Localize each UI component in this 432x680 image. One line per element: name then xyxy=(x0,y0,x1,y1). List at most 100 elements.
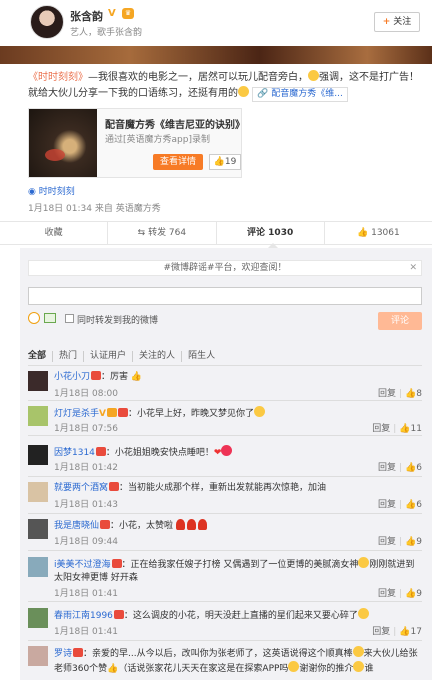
comment-like-count: 9 xyxy=(416,537,422,547)
repost-button[interactable]: ⇆ 转发 764 xyxy=(108,222,217,244)
comment-ops: 回复 | 👍6 xyxy=(377,500,422,510)
filter-following[interactable]: 关注的人 xyxy=(133,351,183,362)
comment-like-count: 9 xyxy=(416,589,422,599)
crown-icon: ♛ xyxy=(122,8,134,19)
commenter-name[interactable]: 就要两个酒窝 xyxy=(54,483,108,493)
comment-like-count: 6 xyxy=(416,463,422,473)
repost-checkbox[interactable] xyxy=(65,314,74,323)
image-icon[interactable] xyxy=(44,313,56,323)
commenter-avatar[interactable] xyxy=(28,371,48,391)
vip-icon xyxy=(91,371,102,380)
card-title[interactable]: 配音魔方秀《维吉尼亚的诀别》 xyxy=(105,116,245,131)
commenter-avatar[interactable] xyxy=(28,482,48,502)
avatar[interactable] xyxy=(30,5,64,39)
close-icon[interactable]: ✕ xyxy=(409,261,417,275)
emoji-icon xyxy=(221,445,233,456)
comment-time: 1月18日 07:56 xyxy=(54,424,118,434)
comment-text: 我是唐晓仙 ：小花，太赞啦 xyxy=(54,519,420,533)
comment-text: i美美不过澄海 ：正在给我家任嫂子打榜 又偶遇到了一位更博的美腻滴女神 刚刚就进到太… xyxy=(54,557,420,585)
commenter-name[interactable]: i美美不过澄海 xyxy=(54,560,111,570)
filter-verified[interactable]: 认证用户 xyxy=(84,351,134,362)
reply-button[interactable]: 回复 xyxy=(378,389,396,399)
reply-button[interactable]: 回复 xyxy=(378,589,396,599)
commenter-avatar[interactable] xyxy=(28,646,48,666)
divider xyxy=(28,550,422,551)
profile-header: 张含韵 V ♛ 艺人，歌手张含韵 + 关注 xyxy=(0,0,432,44)
notice-text: #微博辟谣#平台，欢迎查阅！ xyxy=(163,263,287,273)
video-card[interactable]: 配音魔方秀《维吉尼亚的诀别》 通过[英语魔方秀app]录制 查看详情 👍19 xyxy=(28,108,245,178)
divider xyxy=(28,435,422,436)
commenter-avatar[interactable] xyxy=(28,557,48,577)
vip-icon xyxy=(73,648,84,657)
comment-like-button[interactable]: 👍6 xyxy=(405,463,422,473)
comment-ops: 回复 | 👍11 xyxy=(372,424,422,434)
reply-button[interactable]: 回复 xyxy=(372,424,390,434)
comment-body: ：小花早上好，昨晚又梦见你了 xyxy=(127,409,254,419)
commenter-avatar[interactable] xyxy=(28,445,48,465)
reply-button[interactable]: 回复 xyxy=(372,627,390,637)
comment-input[interactable] xyxy=(28,287,422,305)
comment-like-button[interactable]: 👍17 xyxy=(399,627,422,637)
comment-time: 1月18日 09:44 xyxy=(54,537,118,547)
thumbs-up-emoji-icon: 👍 xyxy=(130,372,143,382)
comment-like-button[interactable]: 👍9 xyxy=(405,537,422,547)
username[interactable]: 张含韵 xyxy=(70,8,103,24)
comment-time: 1月18日 01:43 xyxy=(54,500,118,510)
comment-like-button[interactable]: 👍6 xyxy=(405,500,422,510)
filter-hot[interactable]: 热门 xyxy=(53,351,85,362)
comment-like-button[interactable]: 👍8 xyxy=(405,389,422,399)
comment-text: 就要两个酒窝 ：当初能火成那个样，重新出发就能再次惊艳，加油 xyxy=(54,482,420,495)
post-text-part: —我很喜欢的电影之一，居然可以玩儿配音旁白， xyxy=(88,72,308,83)
comment-ops: 回复 | 👍17 xyxy=(372,627,422,637)
post-movie-link[interactable]: 《时时刻刻》 xyxy=(28,72,88,83)
vip-icon xyxy=(117,408,128,417)
emoticon-icon[interactable] xyxy=(28,312,40,324)
comment-text: 因梦1314 ：小花姐姐晚安快点睡吧！❤ xyxy=(54,445,420,460)
commenter-avatar[interactable] xyxy=(28,519,48,539)
commenter-name[interactable]: 因梦1314 xyxy=(54,448,95,458)
comment-like-button[interactable]: 👍11 xyxy=(399,424,422,434)
commenter-name[interactable]: 小花小刀 xyxy=(54,372,90,382)
comment-body: ：这么调皮的小花，明天没赶上直播的星们起来又要心碎了 xyxy=(123,611,358,621)
reply-button[interactable]: 回复 xyxy=(378,463,396,473)
card-subtitle: 通过[英语魔方秀app]录制 xyxy=(105,135,210,145)
post-actions-bar: 收藏 ⇆ 转发 764 评论 1030 👍 13061 xyxy=(0,221,432,245)
filter-all[interactable]: 全部 xyxy=(28,351,54,362)
emoji-icon xyxy=(358,557,370,568)
commenter-name[interactable]: 我是唐晓仙 xyxy=(54,521,99,531)
post-tag-link[interactable]: 🔗 配音魔方秀《维... xyxy=(252,87,348,102)
rose-icon xyxy=(186,519,196,530)
commenter-name[interactable]: 罗诗 xyxy=(54,649,72,659)
emoji-icon xyxy=(353,661,365,672)
location-link[interactable]: ◉ 时时刻刻 xyxy=(28,184,75,197)
favorite-button[interactable]: 收藏 xyxy=(0,222,109,244)
video-thumbnail[interactable] xyxy=(29,109,97,177)
grin-emoji-icon xyxy=(308,70,319,81)
card-like-button[interactable]: 👍19 xyxy=(209,154,241,170)
commenter-name[interactable]: 灯灯是杀手 xyxy=(54,409,99,419)
post-timestamp: 1月18日 01:34 来自 英语魔方秀 xyxy=(28,204,161,214)
divider xyxy=(28,365,422,366)
commenter-name[interactable]: 春雨江南1996 xyxy=(54,611,113,621)
comment-text: 灯灯是杀手V ：小花早上好，昨晚又梦见你了 xyxy=(54,406,420,421)
comment-body: ：正在给我家任嫂子打榜 又偶遇到了一位更博的美腻滴女神 xyxy=(121,560,359,570)
notice-bar[interactable]: #微博辟谣#平台，欢迎查阅！ ✕ xyxy=(28,260,422,276)
filter-strangers[interactable]: 陌生人 xyxy=(182,351,221,362)
reply-button[interactable]: 回复 xyxy=(378,537,396,547)
commenter-avatar[interactable] xyxy=(28,608,48,628)
comment-like-button[interactable]: 👍9 xyxy=(405,589,422,599)
comment-time: 1月18日 01:41 xyxy=(54,627,118,637)
reply-button[interactable]: 回复 xyxy=(378,500,396,510)
comment-submit-button[interactable]: 评论 xyxy=(378,312,422,330)
commenter-avatar[interactable] xyxy=(28,406,48,426)
like-button[interactable]: 👍 13061 xyxy=(325,222,432,244)
comment-body-cont: 谁 xyxy=(364,664,374,674)
comment-tab[interactable]: 评论 1030 xyxy=(217,222,325,244)
view-details-button[interactable]: 查看详情 xyxy=(153,154,203,170)
comment-body: ：厉害 xyxy=(101,372,129,382)
emoji-icon xyxy=(288,661,300,672)
follow-label: 关注 xyxy=(393,17,412,27)
follow-button[interactable]: + 关注 xyxy=(374,12,420,32)
thumbs-up-emoji-icon: 👍 xyxy=(107,664,119,674)
comment-text: 罗诗 ：亲爱的早...从今以后，改叫你为张老师了，这英语说得这个顺真棒 来大伙儿给张… xyxy=(54,646,420,678)
